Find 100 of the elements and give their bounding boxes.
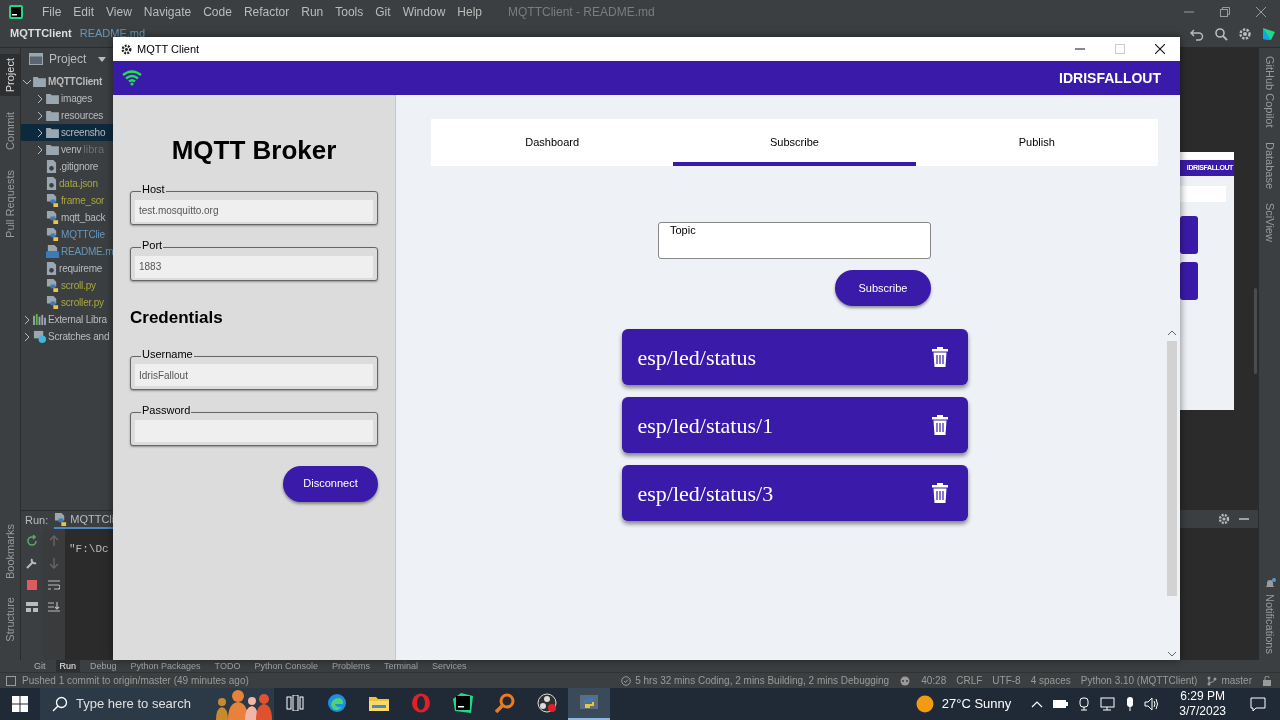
panel-toggle-icon[interactable]	[6, 675, 16, 686]
stop-icon[interactable]	[26, 579, 38, 591]
menu-item[interactable]: Git	[369, 3, 397, 21]
subscribe-button[interactable]: Subscribe	[835, 270, 931, 306]
tab[interactable]: Subscribe	[673, 119, 916, 166]
sun-icon[interactable]	[915, 695, 934, 713]
tool-window-tab[interactable]: Problems	[328, 660, 374, 672]
settings-icon[interactable]	[1238, 27, 1252, 41]
trash-icon[interactable]	[931, 483, 948, 503]
tool-window-tab[interactable]: Run	[55, 660, 81, 672]
notification-center-icon[interactable]	[1250, 696, 1266, 712]
settings-icon[interactable]	[1218, 513, 1230, 525]
tree-item[interactable]: scroller.py	[21, 294, 113, 311]
scroll-down-icon[interactable]	[1168, 652, 1176, 657]
tree-item[interactable]: resources	[21, 107, 113, 124]
menu-item[interactable]: Run	[295, 3, 330, 21]
menu-item[interactable]: Edit	[67, 3, 101, 21]
subscription-card[interactable]: esp/led/status/3	[621, 465, 968, 521]
tree-item[interactable]: Scratches and	[21, 328, 113, 345]
search-field[interactable]: Type here to search	[76, 694, 204, 714]
python-app-button[interactable]	[568, 688, 610, 720]
weather-text[interactable]: 27°C Sunny	[941, 694, 1012, 714]
breadcrumb-item[interactable]: MQTTClient	[10, 28, 72, 39]
wrench-icon[interactable]	[26, 557, 38, 569]
topic-field[interactable]: Topic	[658, 222, 931, 259]
tree-item[interactable]: screensho	[21, 124, 113, 141]
tool-window-tab[interactable]: Git	[30, 660, 50, 672]
menu-item[interactable]: Help	[451, 3, 488, 21]
tree-item[interactable]: frame_sor	[21, 192, 113, 209]
chevron-up-icon[interactable]	[1031, 700, 1044, 708]
network-icon[interactable]	[1100, 697, 1117, 711]
tree-item[interactable]: .gitignore	[21, 158, 113, 175]
tree-item[interactable]: data.json	[21, 175, 113, 192]
menu-item[interactable]: Navigate	[137, 3, 198, 21]
subscription-card[interactable]: esp/led/status/1	[621, 397, 968, 453]
undo-icon[interactable]	[1190, 27, 1204, 41]
tree-item[interactable]: External Libra	[21, 311, 113, 328]
tool-window-tab[interactable]: Project	[0, 54, 20, 97]
menu-item[interactable]: Window	[396, 3, 452, 21]
close-icon[interactable]	[1155, 44, 1165, 54]
volume-icon[interactable]	[1144, 697, 1161, 711]
trash-icon[interactable]	[931, 415, 948, 435]
status-item[interactable]: CRLF	[956, 675, 983, 686]
tree-item[interactable]: requireme	[21, 260, 113, 277]
microphone-icon[interactable]	[1125, 697, 1136, 711]
editor-scrollbar[interactable]	[1254, 288, 1257, 374]
search-icon[interactable]	[1214, 27, 1228, 41]
breadcrumb-item[interactable]: README.md	[79, 28, 146, 39]
layout-icon[interactable]	[26, 601, 38, 613]
status-item[interactable]: Python 3.10 (MQTTClient)	[1080, 675, 1198, 686]
tree-item[interactable]: scroll.py	[21, 277, 113, 294]
tool-window-tab[interactable]: TODO	[210, 660, 245, 672]
tree-item[interactable]: images	[21, 90, 113, 107]
tool-window-tab[interactable]: SciView	[1261, 202, 1278, 242]
tool-window-tab[interactable]: Python Console	[250, 660, 322, 672]
scrollbar-thumb[interactable]	[1167, 341, 1177, 596]
status-item[interactable]: 40:28	[921, 675, 947, 686]
tool-window-tab[interactable]: Structure	[1, 597, 19, 642]
tree-item[interactable]: mqtt_back	[21, 209, 113, 226]
restore-icon[interactable]	[1220, 7, 1230, 17]
tool-window-tab[interactable]: Notifications	[1261, 594, 1278, 654]
menu-item[interactable]: Refactor	[237, 3, 296, 21]
tree-item[interactable]: MQTTClie	[21, 226, 113, 243]
tool-window-tab[interactable]: Bookmarks	[1, 524, 19, 580]
tool-window-tab[interactable]: Services	[428, 660, 471, 672]
tool-window-tab[interactable]: Debug	[86, 660, 121, 672]
menu-item[interactable]: Tools	[329, 3, 370, 21]
tool-window-tab[interactable]: Terminal	[380, 660, 423, 672]
tab[interactable]: Dashboard	[431, 119, 674, 166]
scroll-to-end-icon[interactable]	[48, 601, 60, 613]
tree-item[interactable]: MQTTClient	[21, 73, 113, 90]
disconnect-button[interactable]: Disconnect	[283, 465, 378, 502]
status-branch[interactable]: master	[1221, 675, 1252, 686]
panel-title[interactable]: Project	[47, 50, 89, 68]
rerun-icon[interactable]	[26, 535, 38, 547]
tool-window-tab[interactable]: Pull Requests	[0, 166, 20, 242]
subscription-card[interactable]: esp/led/status	[621, 329, 968, 385]
menu-item[interactable]: View	[100, 3, 138, 21]
scroll-up-icon[interactable]	[1168, 330, 1176, 335]
tool-window-tab[interactable]: Database	[1261, 141, 1278, 189]
tool-window-tab[interactable]: Python Packages	[126, 660, 205, 672]
tree-item[interactable]: README.m	[21, 243, 113, 260]
dropdown-caret-icon[interactable]	[98, 56, 107, 62]
clock-button[interactable]: 6:29 PM 3/7/2023	[1179, 689, 1226, 719]
tab[interactable]: Publish	[915, 119, 1158, 166]
tool-window-tab[interactable]: GitHub Copilot	[1261, 56, 1278, 128]
status-item[interactable]: 4 spaces	[1030, 675, 1071, 686]
battery-icon[interactable]	[1052, 699, 1069, 709]
tool-window-tab[interactable]: Commit	[0, 108, 20, 155]
app-logo-icon[interactable]	[8, 4, 24, 20]
soft-wrap-icon[interactable]	[48, 579, 60, 591]
status-message[interactable]: Pushed 1 commit to origin/master (49 minutes ago)	[22, 675, 249, 686]
status-item[interactable]: UTF-8	[992, 675, 1021, 686]
menu-item[interactable]: Code	[197, 3, 238, 21]
search-box[interactable]: Type here to search	[40, 688, 274, 720]
trash-icon[interactable]	[931, 347, 948, 367]
menu-item[interactable]: File	[36, 3, 68, 21]
status-activity[interactable]: 5 hrs 32 mins Coding, 2 mins Building, 2 mins Debugging	[635, 675, 890, 686]
webcam-icon[interactable]	[1077, 697, 1092, 711]
unlock-icon[interactable]	[1262, 675, 1272, 686]
